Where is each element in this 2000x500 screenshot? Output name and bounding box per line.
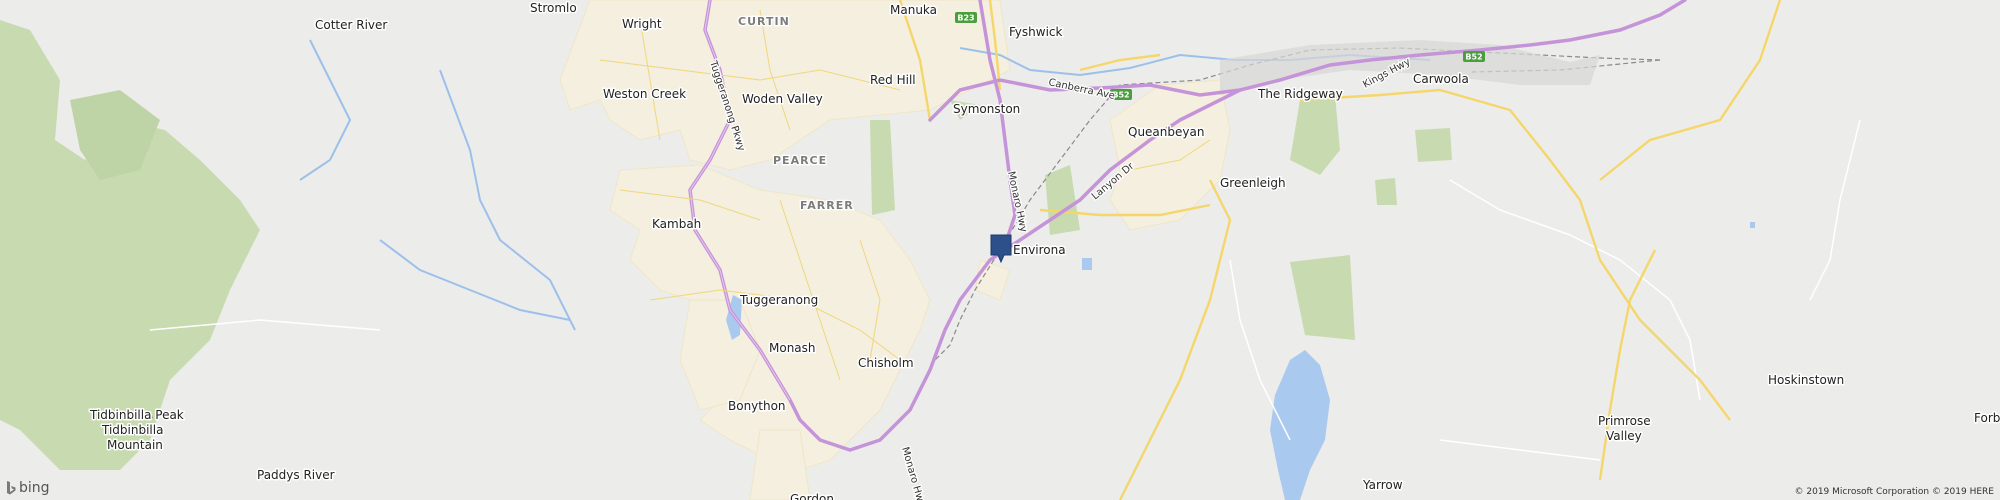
bing-logo-icon (7, 480, 16, 494)
place-label: Mountain (107, 438, 163, 452)
suburb-label: FARRER (800, 199, 854, 212)
place-label: Primrose (1598, 414, 1651, 428)
place-label: Greenleigh (1220, 176, 1286, 190)
place-label: Queanbeyan (1128, 125, 1204, 139)
map-canvas[interactable]: B23 B52 B52 Tuggeranong Pkwy Monaro Hwy … (0, 0, 2000, 500)
place-label: Tidbinbilla (101, 423, 163, 437)
place-label: Yarrow (1362, 478, 1403, 492)
place-label: Wright (622, 17, 662, 31)
place-label: Kambah (652, 217, 701, 231)
place-label: Monash (769, 341, 816, 355)
place-label: Carwoola (1413, 72, 1469, 86)
place-label: Cotter River (315, 18, 387, 32)
suburb-label: CURTIN (738, 15, 790, 28)
place-label: Tidbinbilla Peak (89, 408, 184, 422)
place-label: Valley (1606, 429, 1642, 443)
place-label: Stromlo (530, 1, 577, 15)
place-label: Paddys River (257, 468, 335, 482)
svg-text:B23: B23 (957, 14, 974, 23)
svg-text:B52: B52 (1465, 53, 1482, 62)
place-label: Weston Creek (603, 87, 686, 101)
bing-logo-text: bing (19, 480, 50, 496)
map-attribution: © 2019 Microsoft Corporation © 2019 HERE (1794, 487, 1995, 497)
suburb-label: PEARCE (773, 154, 827, 167)
place-label: Tuggeranong (739, 293, 818, 307)
route-shield: B52 (1463, 51, 1485, 62)
place-label: Woden Valley (742, 92, 823, 106)
place-label: Hoskinstown (1768, 373, 1844, 387)
place-label: The Ridgeway (1257, 87, 1343, 101)
bing-logo[interactable]: bing (6, 480, 50, 496)
place-label: Manuka (890, 3, 937, 17)
place-label: Chisholm (858, 356, 914, 370)
place-label: Gordon (790, 492, 834, 500)
place-label: Forb (1974, 411, 2000, 425)
place-label: Bonython (728, 399, 786, 413)
place-label: Fyshwick (1009, 25, 1063, 39)
place-label: Red Hill (870, 73, 916, 87)
route-shield: B23 (955, 12, 977, 23)
place-label: Symonston (953, 102, 1020, 116)
place-label: Environa (1013, 243, 1066, 257)
